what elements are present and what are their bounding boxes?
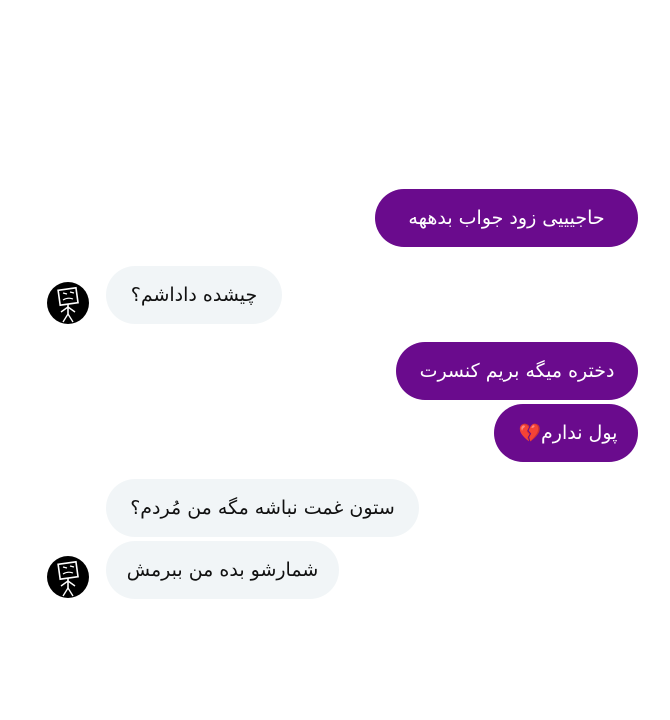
stick-figure-avatar-icon	[57, 560, 79, 597]
message-text: پول ندارم	[541, 422, 618, 444]
stick-figure-avatar-icon	[57, 286, 79, 323]
sent-message-bubble[interactable]: دختره میگه بریم کنسرت	[396, 342, 638, 400]
message-text: دختره میگه بریم کنسرت	[419, 360, 615, 382]
received-message-bubble[interactable]: شمارشو بده من ببرمش	[106, 541, 339, 599]
received-message-bubble[interactable]: ستون غمت نباشه مگه من مُردم؟	[106, 479, 419, 537]
broken-heart-icon: 💔	[518, 422, 541, 444]
message-text: حاجیییی زود جواب بدههه	[408, 207, 605, 229]
contact-avatar[interactable]	[47, 282, 89, 324]
contact-avatar[interactable]	[47, 556, 89, 598]
sent-message-bubble[interactable]: حاجیییی زود جواب بدههه	[375, 189, 638, 247]
sent-message-bubble[interactable]: پول ندارم 💔	[494, 404, 638, 462]
message-text: ستون غمت نباشه مگه من مُردم؟	[130, 497, 395, 519]
received-message-bubble[interactable]: چیشده داداشم؟	[106, 266, 282, 324]
message-text: چیشده داداشم؟	[130, 284, 258, 306]
message-text: شمارشو بده من ببرمش	[126, 559, 319, 581]
